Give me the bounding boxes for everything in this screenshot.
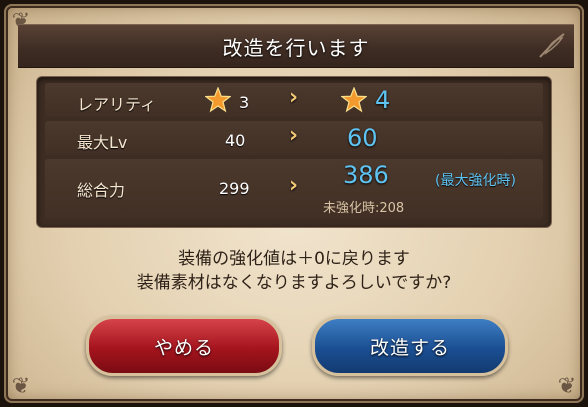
cancel-button[interactable]: やめる (86, 316, 282, 376)
corner-ornament-icon: ❦ (11, 373, 31, 399)
total-power-new-value: 386 (343, 161, 389, 189)
modify-dialog: ❦ ❦ ❦ 改造を行います レアリティ 3 › 4 最大Lv 40 › 60 総… (4, 4, 584, 403)
max-lv-new-value: 60 (347, 124, 378, 152)
cancel-button-label: やめる (153, 336, 214, 359)
stat-row-rarity: レアリティ 3 › 4 (45, 83, 543, 117)
message-line-2: 装備素材はなくなりますよろしいですか? (136, 273, 452, 293)
rarity-new-value: 4 (375, 86, 391, 114)
stat-row-total-power: 総合力 299 › 386 (最大強化時) 未強化時:208 (45, 159, 543, 219)
max-lv-old-value: 40 (225, 131, 246, 150)
max-lv-label: 最大Lv (77, 133, 128, 152)
confirm-modify-button[interactable]: 改造する (312, 316, 508, 376)
unenhanced-value: 未強化時:208 (323, 201, 405, 216)
stats-panel: レアリティ 3 › 4 最大Lv 40 › 60 総合力 299 › 386 (… (36, 76, 552, 228)
feather-ornament-icon (539, 33, 565, 58)
rarity-arrow: › (289, 85, 299, 110)
total-power-old-value: 299 (219, 179, 250, 198)
max-enhance-note: (最大強化時) (435, 173, 516, 189)
star-icon (341, 87, 367, 113)
dialog-title: 改造を行います (222, 35, 370, 60)
max-lv-arrow: › (289, 123, 299, 148)
rarity-old-value: 3 (239, 93, 250, 112)
total-power-arrow: › (289, 173, 299, 198)
message-line-1: 装備の強化値は＋0に戻ります (178, 249, 410, 269)
star-icon (205, 87, 231, 113)
corner-ornament-icon: ❦ (557, 373, 577, 399)
title-bar: 改造を行います (18, 24, 574, 68)
total-power-label: 総合力 (77, 181, 126, 200)
confirm-button-label: 改造する (369, 336, 450, 359)
stat-row-max-lv: 最大Lv 40 › 60 (45, 121, 543, 155)
rarity-label: レアリティ (77, 95, 157, 114)
